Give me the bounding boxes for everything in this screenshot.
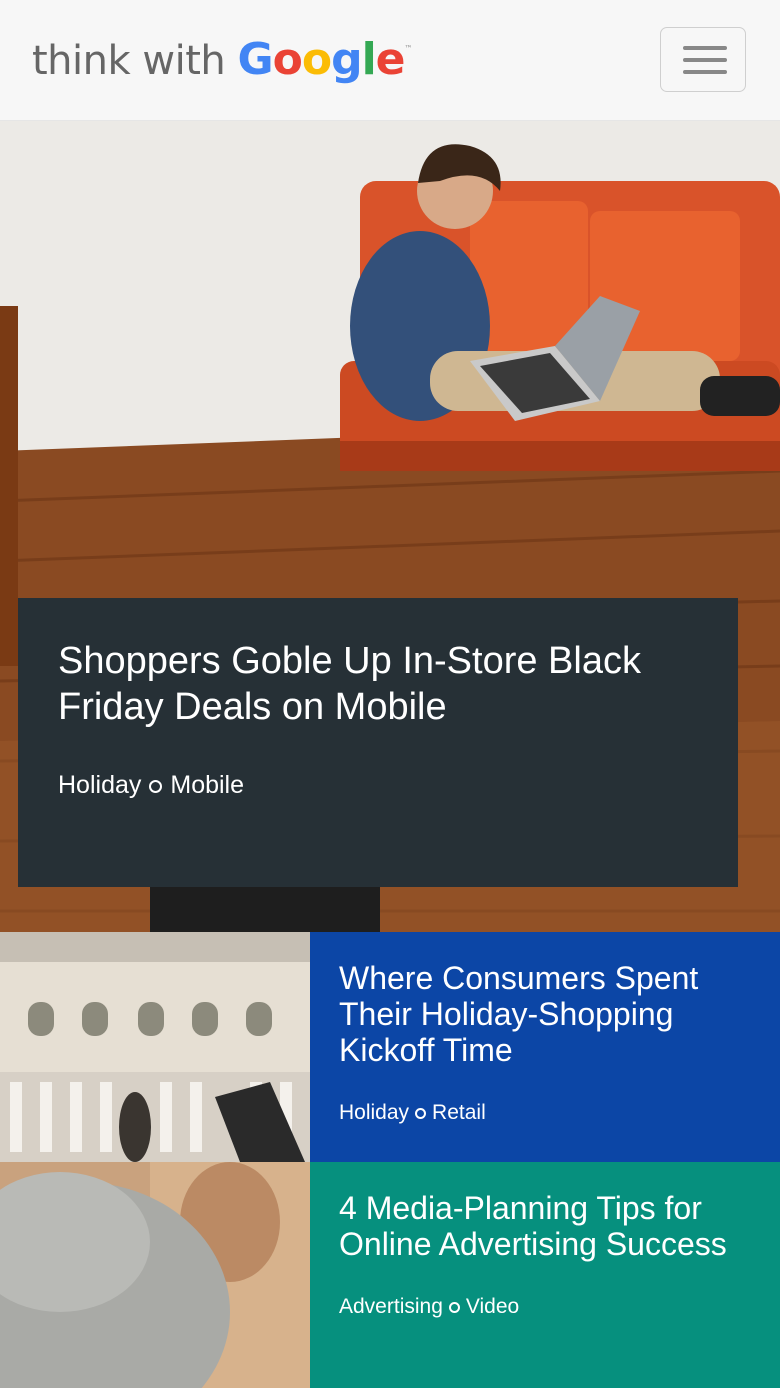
tag-link[interactable]: Mobile: [170, 771, 244, 799]
story-tags: Holiday Retail: [339, 1101, 486, 1125]
tag-link[interactable]: Advertising: [339, 1295, 443, 1318]
tag-link[interactable]: Retail: [432, 1101, 486, 1124]
tag-link[interactable]: Holiday: [58, 771, 141, 799]
story-image: [0, 1162, 310, 1388]
logo-letter: o: [301, 34, 332, 85]
story-thumbnail: [0, 1162, 310, 1388]
story-title[interactable]: Where Consumers Spent Their Holiday-Shop…: [339, 960, 769, 1068]
circle-separator-icon: [415, 1107, 427, 1119]
story-card[interactable]: 4 Media-Planning Tips for Online Adverti…: [0, 1162, 780, 1388]
story-card[interactable]: Where Consumers Spent Their Holiday-Shop…: [0, 932, 780, 1162]
story-image: [0, 932, 310, 1162]
circle-separator-icon: [448, 1301, 460, 1313]
tag-link[interactable]: Video: [466, 1295, 519, 1318]
hamburger-menu-icon: [683, 46, 727, 50]
story-tags: Advertising Video: [339, 1295, 519, 1319]
logo-prefix: think with: [32, 38, 226, 84]
hero-story[interactable]: Shoppers Goble Up In-Store Black Friday …: [0, 121, 780, 932]
logo-google-wordmark: Google: [237, 34, 406, 85]
story-title[interactable]: 4 Media-Planning Tips for Online Adverti…: [339, 1190, 769, 1262]
site-header: think with Google™: [0, 0, 780, 121]
logo-letter: o: [272, 34, 303, 85]
hero-story-title[interactable]: Shoppers Goble Up In-Store Black Friday …: [58, 638, 678, 730]
hamburger-menu-button[interactable]: [660, 27, 746, 92]
logo-letter: g: [331, 34, 362, 85]
hero-story-tags: Holiday Mobile: [58, 771, 244, 800]
logo-trademark: ™: [404, 44, 413, 53]
story-panel[interactable]: 4 Media-Planning Tips for Online Adverti…: [310, 1162, 780, 1388]
logo-letter: e: [375, 34, 406, 85]
story-panel[interactable]: Where Consumers Spent Their Holiday-Shop…: [310, 932, 780, 1162]
tag-link[interactable]: Holiday: [339, 1101, 409, 1124]
story-thumbnail: [0, 932, 310, 1162]
circle-separator-icon: [149, 779, 163, 793]
think-with-google-logo[interactable]: think with Google™: [32, 34, 412, 90]
logo-letter: l: [361, 34, 377, 85]
hero-story-card[interactable]: Shoppers Goble Up In-Store Black Friday …: [18, 598, 738, 887]
logo-letter: G: [237, 34, 273, 85]
